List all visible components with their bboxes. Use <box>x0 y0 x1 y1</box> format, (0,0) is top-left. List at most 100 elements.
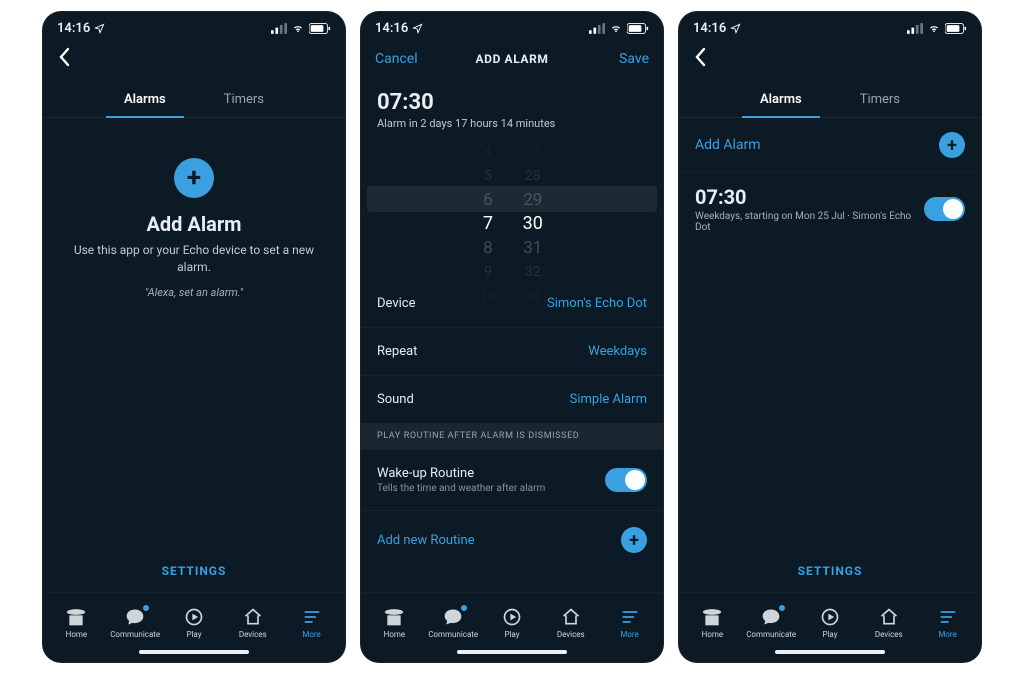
picker-hour-option[interactable]: 10 <box>481 286 495 306</box>
devices-icon <box>242 607 264 627</box>
picker-hour-option[interactable]: 4 <box>485 142 492 162</box>
tabbar: Home Communicate Play Devices More <box>679 592 981 648</box>
picker-hours[interactable]: 4 5 6 7 8 9 10 <box>481 142 495 272</box>
tab-alarms[interactable]: Alarms <box>756 84 806 117</box>
home-indicator[interactable] <box>361 648 663 662</box>
tabbar-more[interactable]: More <box>920 607 976 639</box>
picker-minute-option[interactable]: 27 <box>526 142 540 162</box>
row-repeat[interactable]: Repeat Weekdays <box>361 327 663 375</box>
tabbar-more-label: More <box>302 630 320 639</box>
notification-dot <box>143 605 149 611</box>
tab-alarms[interactable]: Alarms <box>120 84 170 117</box>
tab-timers[interactable]: Timers <box>856 84 904 117</box>
wakeup-toggle[interactable] <box>605 468 647 492</box>
tabbar-more[interactable]: More <box>284 607 340 639</box>
tabbar-play[interactable]: Play <box>484 607 540 639</box>
alarm-entry[interactable]: 07:30 Weekdays, starting on Mon 25 Jul ·… <box>679 173 981 245</box>
status-icons <box>589 23 649 34</box>
home-indicator[interactable] <box>43 648 345 662</box>
row-sound-value: Simple Alarm <box>570 392 647 407</box>
picker-minute-option[interactable]: 33 <box>526 286 540 306</box>
status-icons <box>271 23 331 34</box>
back-button[interactable] <box>57 47 71 72</box>
picker-hour-option[interactable]: 9 <box>484 262 492 282</box>
tabbar-communicate-label: Communicate <box>110 630 160 639</box>
row-device[interactable]: Device Simon's Echo Dot <box>361 280 663 327</box>
row-wakeup-routine[interactable]: Wake-up Routine Tells the time and weath… <box>361 449 663 510</box>
row-sound-label: Sound <box>377 392 414 407</box>
tabbar-home-label: Home <box>702 630 724 639</box>
devices-icon <box>560 607 582 627</box>
empty-state: + Add Alarm Use this app or your Echo de… <box>43 118 345 550</box>
alarm-entry-time: 07:30 <box>695 185 924 209</box>
wifi-icon <box>609 23 623 34</box>
picker-minutes[interactable]: 27 28 29 30 31 32 33 <box>523 142 543 272</box>
picker-hour-option[interactable]: 6 <box>483 190 493 210</box>
chevron-left-icon <box>693 47 707 67</box>
tabbar-communicate[interactable]: Communicate <box>425 607 481 639</box>
settings-link[interactable]: SETTINGS <box>43 550 345 592</box>
row-add-routine[interactable]: Add new Routine + <box>361 510 663 569</box>
tabbar-communicate[interactable]: Communicate <box>743 607 799 639</box>
tabbar-communicate-label: Communicate <box>428 630 478 639</box>
alarm-time-summary: 07:30 Alarm in 2 days 17 hours 14 minute… <box>361 80 663 132</box>
picker-minute-option[interactable]: 31 <box>523 238 542 258</box>
time-picker[interactable]: 4 5 6 7 8 9 10 27 28 29 30 31 32 33 <box>361 142 663 272</box>
more-icon <box>301 607 323 627</box>
more-icon <box>619 607 641 627</box>
alarm-toggle[interactable] <box>924 197 965 221</box>
home-indicator[interactable] <box>679 648 981 662</box>
picker-minute-option[interactable]: 32 <box>525 262 541 282</box>
nav-header <box>43 38 345 80</box>
tabbar-play[interactable]: Play <box>166 607 222 639</box>
battery-icon <box>627 23 649 34</box>
tabs: Alarms Timers <box>43 80 345 118</box>
add-routine-plus-icon[interactable]: + <box>621 527 647 553</box>
tabbar-home[interactable]: Home <box>366 607 422 639</box>
row-device-label: Device <box>377 296 416 311</box>
tabbar-home[interactable]: Home <box>48 607 104 639</box>
picker-hour-option[interactable]: 8 <box>483 238 493 258</box>
wakeup-sub: Tells the time and weather after alarm <box>377 483 545 494</box>
home-icon <box>701 607 723 627</box>
home-icon <box>383 607 405 627</box>
tabbar-more-label: More <box>620 630 638 639</box>
tabbar-communicate[interactable]: Communicate <box>107 607 163 639</box>
play-icon <box>501 607 523 627</box>
add-alarm-row[interactable]: Add Alarm + <box>679 118 981 173</box>
tabbar-play-label: Play <box>186 630 201 639</box>
tabbar-play-label: Play <box>822 630 837 639</box>
picker-minute-option[interactable]: 29 <box>523 190 542 210</box>
phone-screen-alarms-list: 14:16 Alarms Timers Add Alarm + 07:30 We… <box>679 12 981 662</box>
status-icons <box>907 23 967 34</box>
nav-title: ADD ALARM <box>361 52 663 66</box>
tabbar-play[interactable]: Play <box>802 607 858 639</box>
phone-screen-alarms-empty: 14:16 Alarms Timers + Add Alarm Use this… <box>43 12 345 662</box>
add-alarm-plus-icon[interactable]: + <box>939 132 965 158</box>
battery-icon <box>945 23 967 34</box>
tabs: Alarms Timers <box>679 80 981 118</box>
row-device-value: Simon's Echo Dot <box>547 296 647 311</box>
picker-hour-selected[interactable]: 7 <box>483 214 493 234</box>
settings-link[interactable]: SETTINGS <box>679 550 981 592</box>
tabbar-devices[interactable]: Devices <box>861 607 917 639</box>
tabbar-home[interactable]: Home <box>684 607 740 639</box>
chevron-left-icon <box>57 47 71 67</box>
tab-timers[interactable]: Timers <box>220 84 268 117</box>
phone-screen-add-alarm: 14:16 Cancel ADD ALARM Save 07:30 Alarm … <box>361 12 663 662</box>
alarm-countdown: Alarm in 2 days 17 hours 14 minutes <box>377 117 647 130</box>
tabbar-devices[interactable]: Devices <box>225 607 281 639</box>
signal-icon <box>271 23 287 34</box>
picker-hour-option[interactable]: 5 <box>484 166 492 186</box>
tabbar-devices[interactable]: Devices <box>543 607 599 639</box>
picker-minute-option[interactable]: 28 <box>525 166 541 186</box>
add-alarm-button[interactable]: + <box>174 158 214 198</box>
row-repeat-value: Weekdays <box>588 344 647 359</box>
row-sound[interactable]: Sound Simple Alarm <box>361 375 663 423</box>
back-button[interactable] <box>693 47 707 72</box>
alarm-time: 07:30 <box>377 90 647 115</box>
tabbar-more[interactable]: More <box>602 607 658 639</box>
signal-icon <box>589 23 605 34</box>
picker-minute-selected[interactable]: 30 <box>523 214 543 234</box>
empty-quote: "Alexa, set an alarm." <box>145 286 243 299</box>
